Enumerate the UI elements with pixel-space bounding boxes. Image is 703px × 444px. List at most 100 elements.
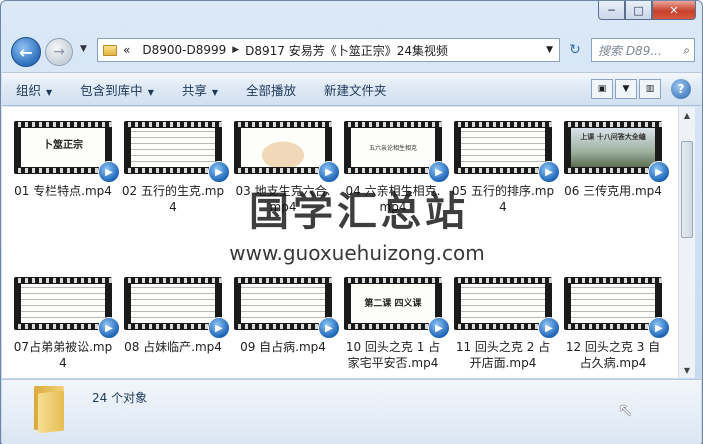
change-view-button[interactable]: ▣ <box>591 79 613 99</box>
thumbnail-title: 五六亲论相生相克 <box>368 145 417 152</box>
file-name: 12 回头之克 3 自占久病.mp4 <box>565 340 661 370</box>
recent-pages-dropdown[interactable]: ▼ <box>80 44 87 54</box>
scroll-thumb[interactable] <box>681 141 693 238</box>
explorer-window: ─ □ ✕ ← → ▼ « D8900-D8999 ▶ D8917 安易芳《卜筮… <box>0 0 703 444</box>
list-item[interactable]: ▶ 07占弟弟被讼.mp4 <box>8 277 120 371</box>
video-thumbnail <box>21 284 105 323</box>
back-button[interactable]: ← <box>11 37 41 67</box>
video-file-icon: ▶ <box>454 277 560 339</box>
media-player-badge-icon: ▶ <box>208 317 230 339</box>
chevron-down-icon: ▼ <box>46 87 53 97</box>
list-item[interactable]: ▶ 09 自占病.mp4 <box>228 277 340 355</box>
breadcrumb-separator[interactable]: ▶ <box>232 45 239 55</box>
file-name: 05 五行的排序.mp4 <box>451 184 555 214</box>
help-button[interactable]: ? <box>671 79 691 99</box>
folder-icon <box>32 386 66 434</box>
video-thumbnail: 卜筮正宗 <box>21 128 105 167</box>
media-player-badge-icon: ▶ <box>318 317 340 339</box>
file-name: 02 五行的生克.mp4 <box>121 184 225 214</box>
list-item[interactable]: ▶ 12 回头之克 3 自占久病.mp4 <box>558 277 670 371</box>
breadcrumb-overflow[interactable]: « <box>117 43 136 57</box>
video-thumbnail <box>461 128 545 167</box>
list-item[interactable]: ▶ 08 占妹临产.mp4 <box>118 277 230 355</box>
refresh-button[interactable]: ↻ <box>563 38 587 62</box>
thumbnail-title: 第二课 四义课 <box>364 299 422 309</box>
file-name: 07占弟弟被讼.mp4 <box>13 340 113 370</box>
file-name: 10 回头之克 1 占家宅平安否.mp4 <box>345 340 441 370</box>
search-input[interactable]: 搜索 D89... ⌕ <box>591 38 695 62</box>
video-file-icon: 第二课 四义课 ▶ <box>344 277 450 339</box>
list-item[interactable]: ▶ 02 五行的生克.mp4 <box>118 121 230 215</box>
file-name: 08 占妹临产.mp4 <box>124 340 222 354</box>
preview-pane-button[interactable]: ▥ <box>639 79 661 99</box>
details-pane: 24 个对象 ↖ <box>2 379 701 444</box>
video-file-icon: ▶ <box>234 121 340 183</box>
toolbar-right: ▣ ▼ ▥ ? <box>591 79 701 99</box>
caption-buttons: ─ □ ✕ <box>598 1 696 20</box>
file-list[interactable]: 卜筮正宗 ▶ 01 专栏特点.mp4 ▶ 02 五行的生克.mp4 ▶ 03 地… <box>2 107 678 378</box>
file-name: 09 自占病.mp4 <box>240 340 326 354</box>
view-options-dropdown[interactable]: ▼ <box>615 79 637 99</box>
media-player-badge-icon: ▶ <box>648 317 670 339</box>
file-name: 01 专栏特点.mp4 <box>14 184 112 198</box>
video-thumbnail <box>241 128 325 167</box>
list-item[interactable]: 五六亲论相生相克 ▶ 04 六亲相生相克.mp4 <box>338 121 450 215</box>
new-folder-button[interactable]: 新建文件夹 <box>310 80 401 99</box>
video-file-icon: ▶ <box>454 121 560 183</box>
video-thumbnail: 五六亲论相生相克 <box>351 128 435 167</box>
chevron-down-icon: ▼ <box>211 87 219 97</box>
video-file-icon: ▶ <box>234 277 340 339</box>
list-item[interactable]: 上课 十八问答大全编 ▶ 06 三传克用.mp4 <box>558 121 670 199</box>
organize-menu[interactable]: 组织 ▼ <box>2 80 66 99</box>
command-bar: 组织 ▼ 包含到库中 ▼ 共享 ▼ 全部播放 新建文件夹 ▣ ▼ ▥ ? <box>2 72 701 106</box>
video-file-icon: ▶ <box>124 277 230 339</box>
address-bar[interactable]: « D8900-D8999 ▶ D8917 安易芳《卜筮正宗》24集视频 ▼ <box>97 38 560 62</box>
breadcrumb-parent[interactable]: D8900-D8999 <box>136 43 232 57</box>
media-player-badge-icon: ▶ <box>318 161 340 183</box>
search-placeholder: 搜索 D89... <box>598 43 662 58</box>
video-thumbnail: 第二课 四义课 <box>351 284 435 323</box>
file-name: 04 六亲相生相克.mp4 <box>345 184 441 214</box>
list-item[interactable]: 卜筮正宗 ▶ 01 专栏特点.mp4 <box>8 121 120 199</box>
maximize-button[interactable]: □ <box>625 1 652 20</box>
video-thumbnail: 上课 十八问答大全编 <box>571 128 655 167</box>
minimize-button[interactable]: ─ <box>598 1 625 20</box>
video-file-icon: 上课 十八问答大全编 ▶ <box>564 121 670 183</box>
video-thumbnail <box>131 128 215 167</box>
media-player-badge-icon: ▶ <box>648 161 670 183</box>
search-icon: ⌕ <box>683 42 690 57</box>
list-item[interactable]: 第二课 四义课 ▶ 10 回头之克 1 占家宅平安否.mp4 <box>338 277 450 371</box>
video-file-icon: 卜筮正宗 ▶ <box>14 121 120 183</box>
video-thumbnail <box>571 284 655 323</box>
refresh-icon: ↻ <box>569 42 581 58</box>
media-player-badge-icon: ▶ <box>538 317 560 339</box>
folder-icon <box>103 44 117 56</box>
vertical-scrollbar[interactable]: ▲ ▼ <box>678 107 695 378</box>
list-item[interactable]: ▶ 05 五行的排序.mp4 <box>448 121 560 215</box>
share-menu[interactable]: 共享 ▼ <box>168 80 232 99</box>
back-arrow-icon: ← <box>19 42 33 62</box>
scroll-up-button[interactable]: ▲ <box>679 107 695 123</box>
scroll-down-button[interactable]: ▼ <box>679 362 695 378</box>
thumbnail-title: 上课 十八问答大全编 <box>580 132 646 141</box>
address-dropdown[interactable]: ▼ <box>546 45 553 55</box>
video-file-icon: ▶ <box>124 121 230 183</box>
forward-button[interactable]: → <box>45 38 73 66</box>
mouse-cursor-icon: ↖ <box>618 400 634 421</box>
close-button[interactable]: ✕ <box>652 1 696 20</box>
play-all-button[interactable]: 全部播放 <box>232 80 310 99</box>
item-count: 24 个对象 <box>92 391 148 405</box>
list-item[interactable]: ▶ 03 地支生克六合.mp4 <box>228 121 340 215</box>
include-in-library-menu[interactable]: 包含到库中 ▼ <box>66 80 168 99</box>
media-player-badge-icon: ▶ <box>208 161 230 183</box>
video-thumbnail <box>241 284 325 323</box>
media-player-badge-icon: ▶ <box>538 161 560 183</box>
video-thumbnail <box>131 284 215 323</box>
file-name: 11 回头之克 2 占开店面.mp4 <box>455 340 551 370</box>
list-item[interactable]: ▶ 11 回头之克 2 占开店面.mp4 <box>448 277 560 371</box>
breadcrumb-current[interactable]: D8917 安易芳《卜筮正宗》24集视频 <box>239 42 454 59</box>
media-player-badge-icon: ▶ <box>98 161 120 183</box>
media-player-badge-icon: ▶ <box>428 161 450 183</box>
media-player-badge-icon: ▶ <box>98 317 120 339</box>
include-library-label: 包含到库中 <box>80 82 143 98</box>
